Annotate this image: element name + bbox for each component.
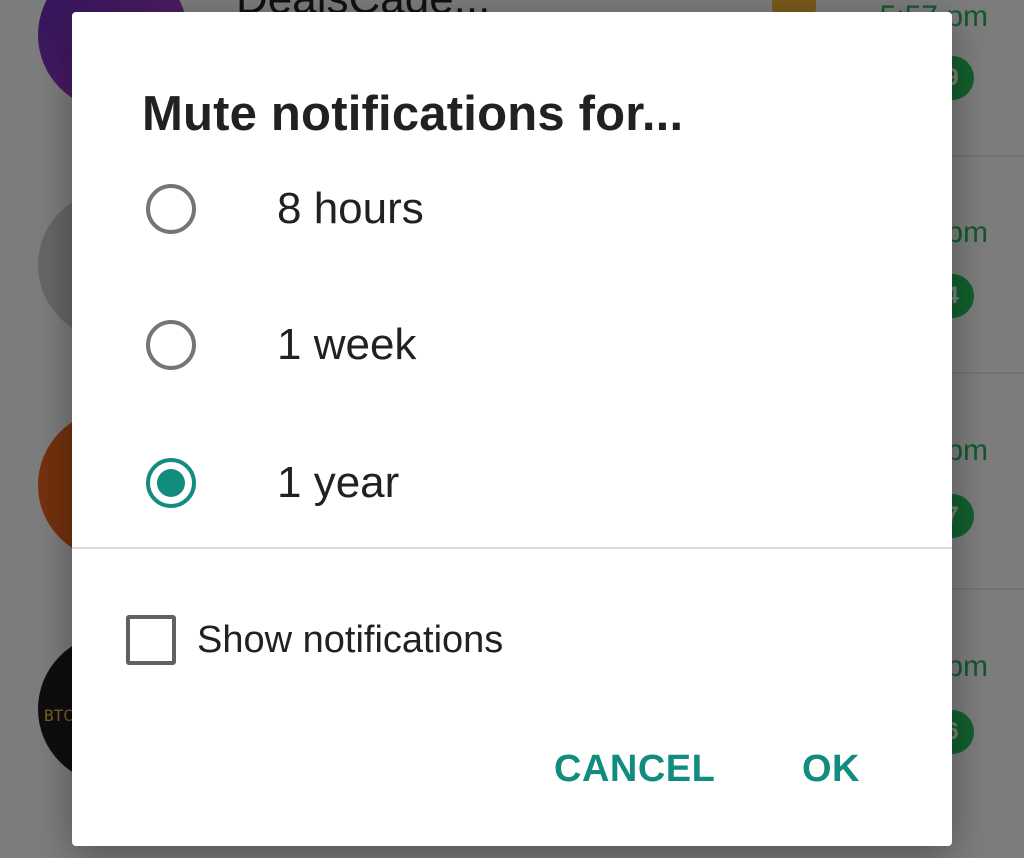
show-notifications-row[interactable]: Show notifications xyxy=(72,598,952,682)
option-label: 8 hours xyxy=(277,184,424,233)
option-label: 1 week xyxy=(277,320,417,369)
option-8-hours[interactable]: 8 hours xyxy=(72,144,952,274)
radio-dot xyxy=(157,469,185,497)
radio-unchecked-icon[interactable] xyxy=(146,320,196,370)
cancel-button[interactable]: CANCEL xyxy=(542,734,727,804)
show-notifications-label: Show notifications xyxy=(197,618,504,661)
dialog-divider xyxy=(72,547,952,549)
option-label: 1 year xyxy=(277,458,400,507)
dialog-title: Mute notifications for... xyxy=(142,87,684,141)
radio-unchecked-icon[interactable] xyxy=(146,184,196,234)
ok-button[interactable]: OK xyxy=(790,734,872,804)
checkbox-unchecked-icon[interactable] xyxy=(126,615,176,665)
mute-notifications-dialog: Mute notifications for... 8 hours 1 week… xyxy=(72,12,952,846)
option-1-year[interactable]: 1 year xyxy=(72,418,952,548)
radio-checked-icon[interactable] xyxy=(146,458,196,508)
option-1-week[interactable]: 1 week xyxy=(72,280,952,410)
